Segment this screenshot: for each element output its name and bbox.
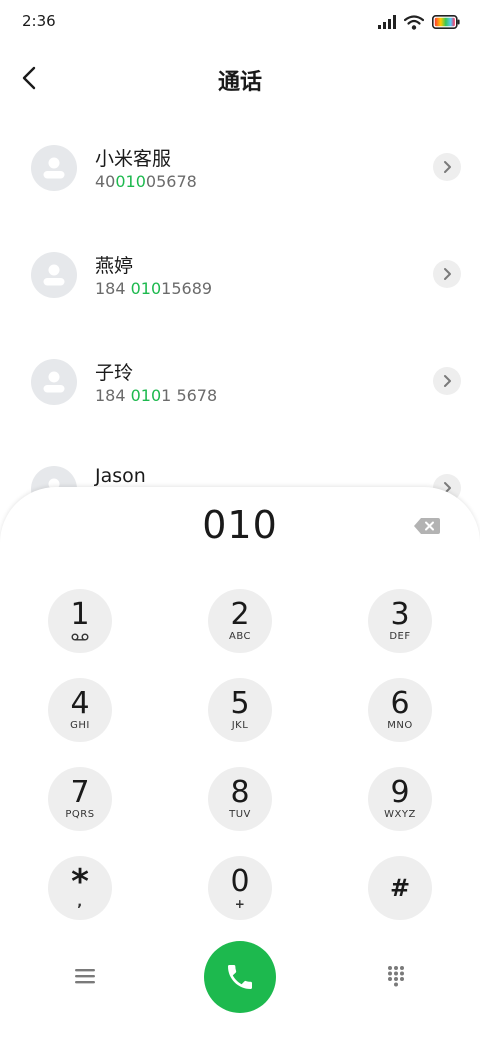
- page-title: 通话: [217, 70, 262, 95]
- backspace-icon: [414, 518, 440, 534]
- dialpad-icon: [388, 966, 404, 987]
- person-icon: [43, 371, 65, 393]
- contact-avatar: [31, 252, 77, 298]
- status-icons: [378, 13, 460, 31]
- contact-detail-button[interactable]: [433, 153, 461, 181]
- dial-key-3[interactable]: 3 DEF: [368, 589, 432, 653]
- contact-detail-button[interactable]: [433, 260, 461, 288]
- chevron-right-icon: [444, 161, 451, 173]
- dialpad-toggle-button[interactable]: [381, 961, 411, 991]
- person-icon: [43, 157, 65, 179]
- dial-key-8[interactable]: 8 TUV: [208, 767, 272, 831]
- contact-number: 184 0101 5678: [95, 386, 218, 405]
- number-match-highlight: 010: [130, 386, 162, 405]
- contact-row[interactable]: 小米客服 4001005678: [0, 115, 480, 221]
- contact-avatar: [31, 359, 77, 405]
- dial-key-2[interactable]: 2 ABC: [208, 589, 272, 653]
- voicemail-icon: [71, 633, 89, 641]
- dial-key-5[interactable]: 5 JKL: [208, 678, 272, 742]
- contact-detail-button[interactable]: [433, 367, 461, 395]
- contact-name: Jason: [95, 465, 146, 487]
- dialed-number-display[interactable]: 010: [100, 503, 380, 555]
- dialer-action-bar: [0, 939, 480, 1015]
- battery-icon: [432, 15, 460, 29]
- contact-name: 燕婷: [95, 255, 134, 277]
- contact-row[interactable]: 子玲 184 0101 5678: [0, 329, 480, 435]
- contact-number: 184 01015689: [95, 279, 213, 298]
- number-match-highlight: 010: [130, 279, 162, 298]
- status-time: 2:36: [22, 12, 56, 30]
- contact-avatar: [31, 145, 77, 191]
- wifi-icon: [404, 14, 424, 30]
- dial-key-1[interactable]: 1: [48, 589, 112, 653]
- dial-key-0[interactable]: 0 +: [208, 856, 272, 920]
- phone-app-screen: 2:36 通话 小米客服 4001005678 燕婷 184 01015689 …: [0, 0, 480, 1040]
- contact-name: 小米客服: [95, 148, 172, 170]
- phone-icon: [228, 965, 252, 989]
- signal-icon: [378, 15, 396, 29]
- number-match-highlight: 010: [115, 172, 146, 191]
- dial-key-6[interactable]: 6 MNO: [368, 678, 432, 742]
- dialer-panel: 010 1 2 ABC 3 DEF 4 GHI 5 JKL 6 MNO 7 PQ…: [0, 487, 480, 1040]
- status-bar: 2:36: [0, 0, 480, 44]
- contact-row[interactable]: 燕婷 184 01015689: [0, 222, 480, 328]
- menu-button[interactable]: [70, 961, 100, 991]
- header: 通话: [0, 52, 480, 106]
- person-icon: [43, 264, 65, 286]
- dial-key-9[interactable]: 9 WXYZ: [368, 767, 432, 831]
- dial-key-4[interactable]: 4 GHI: [48, 678, 112, 742]
- contact-number: 4001005678: [95, 172, 197, 191]
- call-button[interactable]: [204, 941, 276, 1013]
- chevron-right-icon: [444, 268, 451, 280]
- hamburger-menu-icon: [75, 969, 95, 984]
- dial-key-7[interactable]: 7 PQRS: [48, 767, 112, 831]
- dial-key-star[interactable]: * ,: [48, 856, 112, 920]
- contact-name: 子玲: [95, 362, 134, 384]
- dial-key-hash[interactable]: #: [368, 856, 432, 920]
- backspace-button[interactable]: [410, 515, 444, 537]
- chevron-right-icon: [444, 375, 451, 387]
